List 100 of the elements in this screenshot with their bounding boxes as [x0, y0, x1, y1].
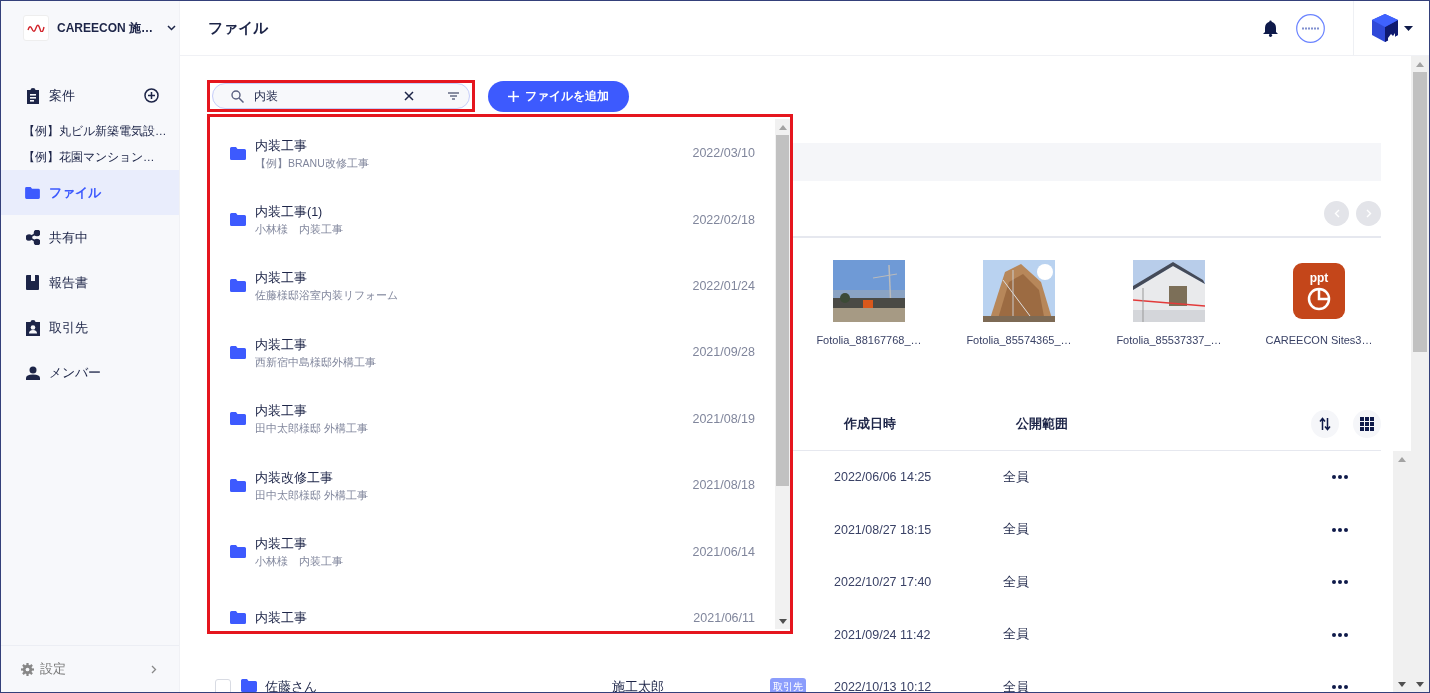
result-date: 2021/08/18	[692, 478, 755, 493]
ppt-file-icon[interactable]: ppt	[1293, 263, 1345, 319]
chevron-left-icon	[1333, 209, 1340, 218]
column-header[interactable]: 作成日時	[834, 415, 1006, 433]
folder-icon	[25, 186, 40, 199]
chevron-down-icon[interactable]	[167, 25, 176, 31]
result-date: 2022/02/18	[692, 212, 755, 227]
result-title: 内装改修工事	[255, 469, 334, 487]
cube-icon[interactable]	[1372, 14, 1398, 42]
file-name[interactable]: Fotolia_85537337_…	[1116, 334, 1222, 346]
company-logo-icon[interactable]	[1296, 13, 1325, 43]
sort-button[interactable]	[1311, 410, 1339, 438]
table-cell: 施工太郎	[612, 679, 664, 692]
search-result[interactable]: 内装工事 2021/06/11	[210, 584, 775, 631]
result-date: 2021/06/11	[693, 610, 755, 625]
table-cell-text: 全員	[1003, 521, 1030, 539]
table-cell-text: 全員	[1003, 626, 1030, 644]
result-subtitle: 佐藤様邸浴室内装リフォーム	[255, 289, 399, 304]
scroll-down-icon[interactable]	[1398, 681, 1406, 687]
sidebar-label: 取引先	[49, 318, 89, 337]
project-link[interactable]: 【例】丸ビル新築電気設…	[1, 118, 179, 144]
result-subtitle: 【例】BRANU改修工事	[255, 156, 370, 171]
result-date: 2021/09/28	[692, 345, 755, 360]
scrollbar[interactable]	[1393, 451, 1411, 692]
close-icon[interactable]	[404, 91, 414, 101]
result-date: 2022/01/24	[692, 278, 755, 293]
sidebar-item[interactable]: 案件	[1, 73, 179, 118]
search-field[interactable]: 内装	[212, 83, 470, 109]
table-cell-text: 2022/10/13 10:12	[834, 680, 933, 692]
folder-icon	[230, 412, 246, 426]
result-date: 2022/03/10	[692, 146, 755, 161]
settings-icon[interactable]	[21, 662, 34, 676]
chevron-right-icon[interactable]	[151, 664, 157, 674]
row-checkbox[interactable]	[215, 679, 231, 692]
result-subtitle: 小林様 内装工事	[255, 555, 344, 570]
table-cell-text: 2022/06/06 14:25	[834, 470, 933, 485]
table-cell-text: 2022/10/27 17:40	[834, 575, 933, 590]
settings-label[interactable]: 設定	[40, 660, 145, 678]
folder-icon	[230, 545, 246, 559]
book-icon	[26, 275, 39, 290]
filter-icon[interactable]	[448, 92, 459, 100]
table-cell-text: 2021/09/24 11:42	[834, 627, 932, 642]
folder-icon	[241, 679, 257, 692]
result-title: 内装工事	[255, 336, 308, 354]
search-result[interactable]: 内装工事 西新宿中島様邸外構工事 2021/09/28	[210, 319, 775, 386]
result-subtitle: 小林様 内装工事	[255, 223, 344, 238]
search-result[interactable]: 内装改修工事 田中太郎様邸 外構工事 2021/08/18	[210, 451, 775, 519]
sidebar-item[interactable]: 共有中	[1, 215, 179, 260]
add-circle-icon[interactable]	[144, 88, 159, 103]
search-input[interactable]: 内装	[252, 88, 396, 104]
search-result[interactable]: 内装工事(1) 小林様 内装工事 2022/02/18	[210, 186, 775, 253]
table-cell-text: 全員	[1003, 678, 1030, 692]
search-result[interactable]: 内装工事 小林様 内装工事 2021/06/14	[210, 518, 775, 585]
sidebar-label: ファイル	[49, 183, 102, 202]
sidebar-item[interactable]: 報告書	[1, 260, 179, 305]
bell-icon[interactable]	[1263, 19, 1278, 37]
sidebar-label: 共有中	[49, 228, 89, 247]
file-name[interactable]: CAREECON Sites3…	[1265, 334, 1373, 346]
table-cell-text: 全員	[1003, 468, 1030, 486]
file-name[interactable]: Fotolia_85574365_…	[966, 334, 1072, 346]
result-date: 2021/06/14	[692, 544, 755, 559]
file-name[interactable]: Fotolia_88167768_…	[816, 334, 922, 346]
sidebar-item[interactable]: ファイル	[1, 170, 179, 215]
grid-icon	[1360, 417, 1374, 431]
folder-icon	[230, 478, 246, 492]
scrollbar[interactable]	[1411, 56, 1429, 692]
page-title: ファイル	[208, 18, 269, 38]
scroll-down-icon[interactable]	[778, 618, 787, 624]
add-file-button[interactable]: ファイルを追加	[488, 80, 629, 112]
scrollbar[interactable]	[775, 119, 790, 629]
table-cell-text: 全員	[1003, 573, 1030, 591]
clipboard-icon	[25, 87, 40, 104]
result-title: 内装工事	[255, 403, 308, 421]
result-title: 内装工事	[255, 270, 308, 288]
grid-view-button[interactable]	[1353, 410, 1381, 438]
sidebar-label: 案件	[49, 86, 76, 105]
result-date: 2021/08/19	[692, 411, 755, 426]
sidebar-item[interactable]: メンバー	[1, 350, 179, 395]
sidebar-label: メンバー	[49, 363, 102, 382]
search-result[interactable]: 内装工事 佐藤様邸浴室内装リフォーム 2022/01/24	[210, 252, 775, 320]
caret-down-icon[interactable]	[1404, 25, 1413, 31]
result-title: 内装工事	[255, 137, 308, 155]
sidebar-item[interactable]: 取引先	[1, 305, 179, 350]
chevron-right-icon	[1365, 209, 1372, 218]
result-title: 内装工事(1)	[255, 204, 324, 222]
contact-icon	[25, 319, 40, 336]
sort-icon	[1319, 417, 1331, 431]
search-result[interactable]: 内装工事 【例】BRANU改修工事 2022/03/10	[210, 120, 775, 187]
scroll-down-icon[interactable]	[1416, 681, 1424, 687]
person-icon	[25, 365, 40, 380]
result-subtitle: 田中太郎様邸 外構工事	[255, 488, 369, 503]
column-header[interactable]: 公開範囲	[1006, 415, 1311, 433]
workspace-name[interactable]: CAREECON 施…	[57, 19, 153, 37]
plus-icon	[508, 90, 519, 102]
result-title: 内装工事	[255, 610, 308, 628]
project-link[interactable]: 【例】花園マンション…	[1, 144, 179, 170]
search-result[interactable]: 内装工事 田中太郎様邸 外構工事 2021/08/19	[210, 385, 775, 452]
result-title: 内装工事	[255, 536, 308, 554]
brand-logo-icon	[23, 15, 49, 41]
share-icon	[25, 230, 40, 245]
